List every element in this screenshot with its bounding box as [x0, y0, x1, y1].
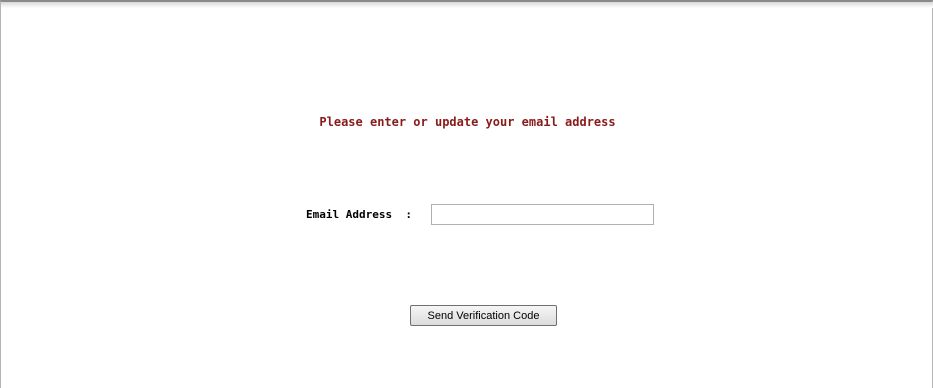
- email-form-row: Email Address :: [306, 203, 654, 225]
- page-heading: Please enter or update your email addres…: [319, 115, 616, 129]
- send-verification-code-button[interactable]: Send Verification Code: [410, 305, 557, 326]
- top-border: [1, 2, 933, 8]
- email-address-label: Email Address :: [306, 207, 412, 221]
- email-address-input[interactable]: [431, 203, 654, 225]
- email-update-page: Please enter or update your email addres…: [0, 0, 933, 388]
